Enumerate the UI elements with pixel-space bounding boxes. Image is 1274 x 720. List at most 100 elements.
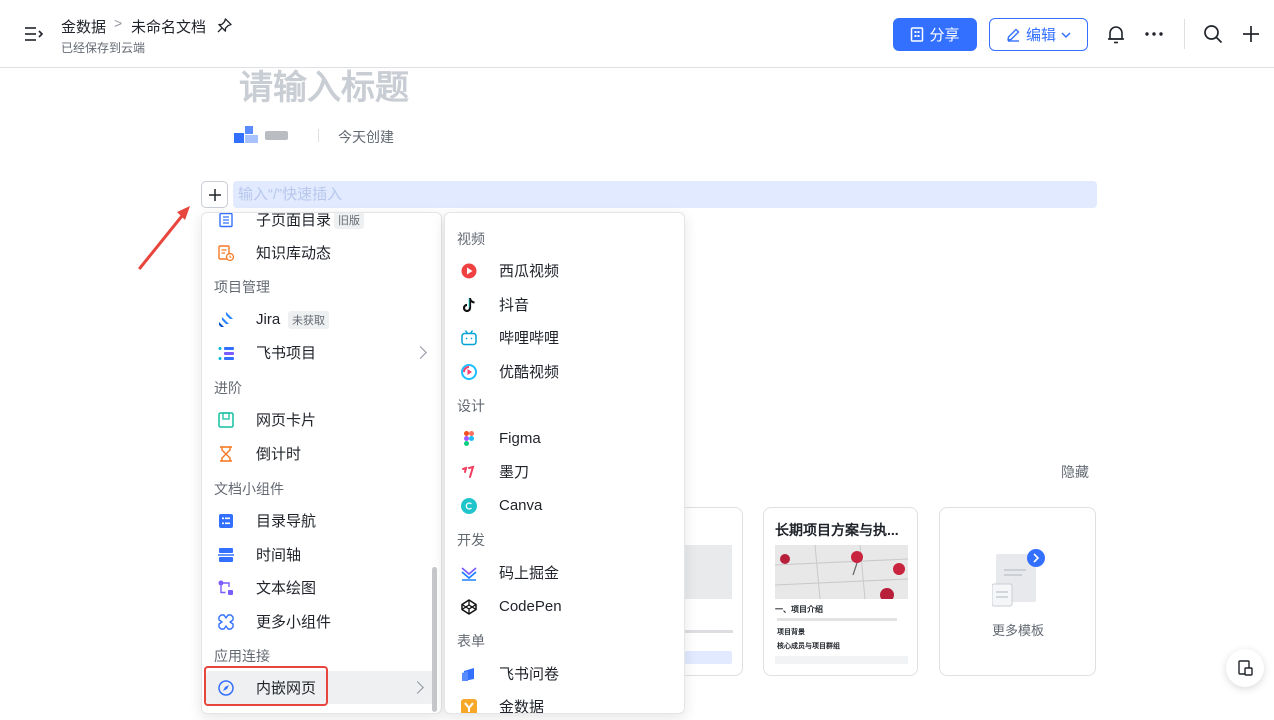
expand-sidebar-icon[interactable]: [24, 26, 44, 42]
template-text-line: [681, 630, 733, 633]
quick-insert-input[interactable]: 输入“/”快速插入: [233, 181, 1097, 208]
submenu-item-label: 哔哩哔哩: [499, 330, 560, 347]
menu-item-subpage-directory[interactable]: 子页面目录 旧版: [202, 212, 441, 236]
chevron-right-icon: [414, 346, 427, 359]
hourglass-icon: [216, 444, 236, 464]
timeline-icon: [216, 545, 236, 565]
submenu-item-youku[interactable]: 优酷视频: [445, 355, 684, 388]
search-icon[interactable]: [1202, 23, 1224, 45]
template-row-label: 项目背景: [777, 629, 805, 636]
section-development: 开发: [457, 532, 485, 548]
created-time: 今天创建: [338, 129, 394, 145]
section-advanced: 进阶: [214, 380, 242, 396]
submenu-item-codepen[interactable]: CodePen: [445, 590, 684, 623]
doc-title-placeholder[interactable]: 请输入标题: [239, 60, 409, 109]
menu-item-label: 飞书项目: [256, 345, 317, 362]
submenu-item-douyin[interactable]: 抖音: [445, 288, 684, 321]
pin-icon[interactable]: [217, 18, 232, 33]
share-button[interactable]: 分享: [893, 18, 977, 51]
save-status: 已经保存到云端: [61, 41, 146, 55]
breadcrumb-root[interactable]: 金数据: [61, 16, 106, 37]
menu-item-label: 目录导航: [256, 513, 317, 530]
annotation-highlight: [204, 666, 328, 706]
plus-icon: [208, 188, 221, 201]
templates-stack-icon: [992, 549, 1045, 607]
more-icon[interactable]: [1143, 23, 1165, 45]
submenu-item-label: 飞书问卷: [499, 666, 560, 683]
menu-item-label: 子页面目录: [256, 212, 332, 229]
menu-scrollbar[interactable]: [432, 567, 437, 712]
template-card-long-term-project[interactable]: 长期项目方案与执... 一、项目介绍 项目背景 核心成员与项目群组: [763, 507, 918, 676]
submenu-item-label: 墨刀: [499, 464, 530, 481]
toc-icon: [216, 511, 236, 531]
header-divider: [1184, 19, 1185, 49]
template-table-header: [775, 656, 908, 664]
submenu-item-label: 抖音: [499, 297, 530, 314]
youku-icon: [459, 362, 479, 382]
menu-item-countdown[interactable]: 倒计时: [202, 437, 441, 470]
menu-item-label: 倒计时: [256, 446, 302, 463]
submenu-item-figma[interactable]: Figma: [445, 422, 684, 455]
annotation-arrow-icon: [138, 206, 190, 270]
floating-action-button[interactable]: [1226, 649, 1264, 687]
template-chip: [685, 651, 732, 664]
breadcrumb-separator: >: [114, 15, 123, 31]
not-acquired-tag: 未获取: [288, 310, 329, 329]
author-avatar: [234, 126, 258, 143]
menu-item-wiki-activity[interactable]: 知识库动态: [202, 236, 441, 269]
menu-item-jira[interactable]: Jira 未获取: [202, 303, 441, 336]
hide-templates-link[interactable]: 隐藏: [1061, 462, 1089, 482]
doc-title-breadcrumb[interactable]: 未命名文档: [131, 16, 206, 37]
menu-item-more-widgets[interactable]: 更多小组件: [202, 605, 441, 638]
menu-item-label: 更多小组件: [256, 614, 332, 631]
pencil-icon: [1007, 28, 1020, 42]
bilibili-icon: [459, 328, 479, 348]
more-templates-card[interactable]: 更多模板: [939, 507, 1096, 676]
text-diagram-icon: [216, 578, 236, 598]
edit-mode-button[interactable]: 编辑: [989, 18, 1088, 51]
web-card-icon: [216, 410, 236, 430]
meta-divider: [318, 129, 319, 142]
chevron-down-icon: [1061, 31, 1071, 38]
menu-item-web-card[interactable]: 网页卡片: [202, 403, 441, 436]
jira-icon: [216, 310, 236, 330]
embed-webpage-submenu: 视频 西瓜视频 抖音 哔哩哔哩 优酷视频 设计 Figma 墨刀 Canva 开…: [444, 212, 685, 714]
top-header: 金数据 > 未命名文档 已经保存到云端 分享 编辑: [0, 0, 1274, 68]
insert-menu: 子页面目录 旧版 知识库动态 项目管理 Jira 未获取 飞书项目 进阶 网页卡…: [201, 212, 442, 714]
submenu-item-bilibili[interactable]: 哔哩哔哩: [445, 321, 684, 354]
submenu-item-jinshuju[interactable]: 金数据: [445, 690, 684, 714]
modao-icon: [459, 462, 479, 482]
insert-block-button[interactable]: [201, 181, 228, 208]
template-text-line: [777, 618, 897, 621]
template-section-heading: 一、项目介绍: [775, 605, 823, 614]
menu-item-label: 时间轴: [256, 547, 302, 564]
more-templates-label: 更多模板: [992, 623, 1045, 638]
submenu-item-label: 码上掘金: [499, 565, 560, 582]
list-icon: [216, 213, 236, 230]
jinshuju-icon: [459, 697, 479, 713]
menu-item-toc-navigation[interactable]: 目录导航: [202, 504, 441, 537]
submenu-item-modao[interactable]: 墨刀: [445, 455, 684, 488]
codepen-icon: [459, 597, 479, 617]
menu-item-feishu-project[interactable]: 飞书项目: [202, 336, 441, 369]
copy-doc-icon: [1238, 660, 1253, 676]
legacy-tag: 旧版: [334, 213, 364, 229]
building-icon: [911, 27, 924, 42]
submenu-item-xigua[interactable]: 西瓜视频: [445, 254, 684, 287]
edit-label: 编辑: [1025, 27, 1056, 44]
submenu-item-feishu-survey[interactable]: 飞书问卷: [445, 657, 684, 690]
bell-icon[interactable]: [1105, 23, 1127, 45]
submenu-item-label: 优酷视频: [499, 364, 560, 381]
share-label: 分享: [929, 27, 960, 44]
chevron-right-icon: [411, 681, 424, 694]
submenu-item-label: 金数据: [499, 699, 545, 714]
add-icon[interactable]: [1240, 23, 1262, 45]
submenu-item-canva[interactable]: Canva: [445, 489, 684, 522]
template-card-title: 长期项目方案与执...: [775, 522, 899, 538]
menu-item-text-diagram[interactable]: 文本绘图: [202, 571, 441, 604]
menu-item-timeline[interactable]: 时间轴: [202, 538, 441, 571]
submenu-item-label: CodePen: [499, 598, 562, 615]
canva-icon: [459, 496, 479, 516]
submenu-item-juejin[interactable]: 码上掘金: [445, 556, 684, 589]
feishu-survey-icon: [459, 664, 479, 684]
